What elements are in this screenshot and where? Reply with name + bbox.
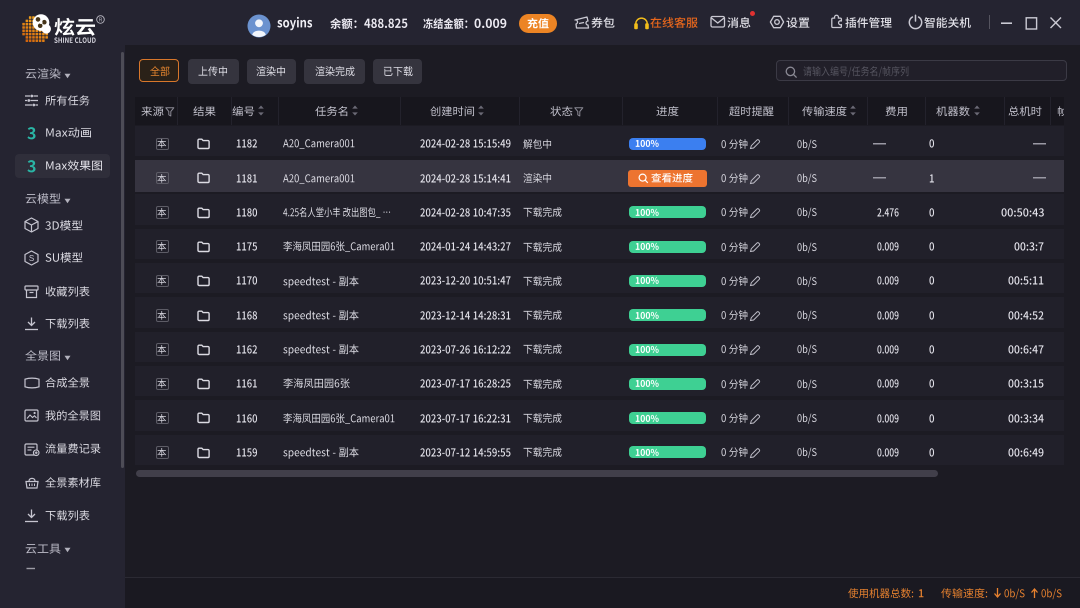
svg-text:R: R	[99, 18, 103, 24]
svg-text:S: S	[29, 254, 34, 263]
